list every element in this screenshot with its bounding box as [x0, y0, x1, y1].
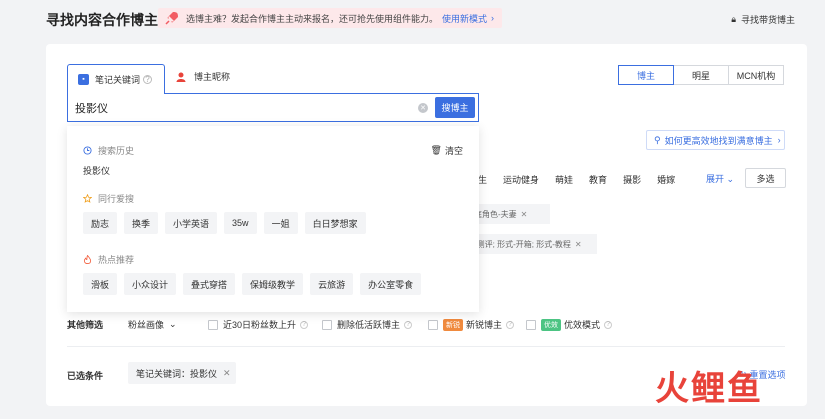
search-suggestion-dropdown: 搜索历史 🗑︎ 清空 投影仪 同行爱搜 励志 换季 小学英语 35w 一姐 白日…	[67, 126, 479, 312]
question-icon[interactable]: ?	[506, 320, 515, 329]
fire-icon	[83, 255, 92, 264]
selected-conditions-label: 已选条件	[67, 371, 104, 381]
question-icon[interactable]: ?	[143, 75, 153, 84]
chevron-right-icon: ›	[777, 135, 781, 145]
divider	[67, 346, 785, 347]
hot-tag[interactable]: 云旅游	[310, 273, 354, 295]
help-link[interactable]: ⚲ 如何更高效地找到满意博主 ›	[646, 130, 785, 150]
peer-tag[interactable]: 小学英语	[165, 212, 218, 234]
quality-mode-label: 优效模式	[564, 320, 601, 330]
peer-tag[interactable]: 白日梦想家	[304, 212, 366, 234]
category-item[interactable]: 生	[478, 173, 487, 186]
peer-tag[interactable]: 励志	[83, 212, 118, 234]
peer-tag[interactable]: 换季	[124, 212, 159, 234]
close-icon[interactable]: ✕	[575, 240, 582, 249]
hot-title-text: 热点推荐	[98, 255, 135, 265]
promo-banner[interactable]: 选博主难？发起合作博主主动来报名，还可抢先使用组件能力。 使用新模式 ›	[158, 8, 502, 28]
filter-chip: 式-测评; 形式-开箱; 形式-教程 ✕	[460, 234, 597, 254]
role-mcn-button[interactable]: MCN机构	[728, 65, 784, 85]
fan-portrait-label: 粉丝画像	[128, 320, 165, 330]
note-icon: ▪	[78, 74, 89, 85]
selected-chip-label: 笔记关键词：投影仪	[136, 368, 218, 379]
question-icon[interactable]: ?	[604, 320, 613, 329]
checkbox[interactable]	[526, 319, 536, 330]
banner-link[interactable]: 使用新模式	[442, 12, 487, 25]
chevron-right-icon: ›	[491, 13, 495, 23]
category-list: 生 运动健身 萌娃 教育 摄影 婚嫁	[478, 173, 691, 186]
filter-chip-label: 式-测评; 形式-开箱; 形式-教程	[466, 239, 571, 249]
role-star-button[interactable]: 明星	[673, 65, 729, 85]
lightbulb-icon: ⚲	[654, 134, 661, 145]
history-section-title: 搜索历史	[83, 144, 134, 157]
watermark-logo: 火鲤鱼	[655, 372, 763, 406]
new-blogger-label: 新锐博主	[466, 320, 503, 330]
hot-tag-list: 滑板 小众设计 叠式穿搭 保姆级教学 云旅游 办公室零食	[83, 273, 422, 295]
star-icon	[83, 194, 92, 203]
help-link-label: 如何更高效地找到满意博主	[664, 135, 773, 146]
new-blogger-checkbox[interactable]: 新锐 新锐博主 ?	[428, 318, 515, 331]
peer-tag-list: 励志 换季 小学英语 35w 一姐 白日梦想家	[83, 212, 366, 234]
close-icon[interactable]: ✕	[521, 210, 528, 219]
peer-section-title: 同行爱搜	[83, 192, 134, 205]
clear-icon[interactable]: ✕	[418, 103, 428, 113]
banner-text: 选博主难？发起合作博主主动来报名，还可抢先使用组件能力。	[186, 13, 439, 24]
hot-tag[interactable]: 小众设计	[124, 273, 177, 295]
category-item[interactable]: 运动健身	[503, 173, 539, 186]
checkbox[interactable]	[428, 319, 438, 330]
person-icon	[176, 72, 186, 82]
remove-inactive-checkbox[interactable]: 删除低活跃博主 ?	[322, 318, 413, 331]
find-commerce-blogger-link[interactable]: 🔒︎ 寻找带货博主	[731, 13, 795, 26]
rocket-icon	[165, 12, 178, 25]
quality-mode-checkbox[interactable]: 优效 优效模式 ?	[526, 318, 613, 331]
clear-history-button[interactable]: 🗑︎ 清空	[431, 144, 463, 157]
other-filters-label: 其他筛选	[67, 320, 104, 330]
hot-tag[interactable]: 叠式穿搭	[183, 273, 236, 295]
category-item[interactable]: 婚嫁	[657, 173, 675, 186]
quality-badge: 优效	[541, 318, 561, 331]
fan-growth-label: 近30日粉丝数上升	[223, 320, 297, 330]
role-blogger-button[interactable]: 博主	[618, 65, 674, 85]
chevron-down-icon: ⌄	[169, 319, 177, 329]
tab-note-keyword-label: 笔记关键词	[95, 75, 141, 85]
close-icon[interactable]: ✕	[223, 368, 231, 379]
fan-growth-checkbox[interactable]: 近30日粉丝数上升 ?	[208, 318, 309, 331]
multi-select-button[interactable]: 多选	[745, 168, 786, 188]
expand-toggle[interactable]: 展开 ⌄	[706, 172, 734, 185]
hot-tag[interactable]: 办公室零食	[360, 273, 422, 295]
tab-note-keyword[interactable]: ▪ 笔记关键词 ?	[67, 64, 165, 94]
checkbox[interactable]	[208, 319, 218, 330]
expand-label: 展开	[706, 174, 725, 184]
peer-tag[interactable]: 一姐	[263, 212, 298, 234]
tab-blogger-nickname[interactable]: 博主昵称	[176, 70, 230, 83]
remove-inactive-label: 删除低活跃博主	[337, 320, 401, 330]
clear-history-label: 清空	[444, 146, 463, 156]
chevron-down-icon: ⌄	[726, 174, 735, 184]
fan-portrait-select[interactable]: 粉丝画像 ⌄	[128, 318, 177, 331]
find-commerce-blogger-label: 寻找带货博主	[740, 15, 795, 25]
lock-icon: 🔒︎	[731, 14, 736, 24]
page-title: 寻找内容合作博主	[46, 12, 158, 28]
tab-blogger-nickname-label: 博主昵称	[194, 72, 231, 82]
search-input[interactable]	[75, 100, 375, 115]
trash-icon: 🗑︎	[430, 145, 442, 155]
category-item[interactable]: 教育	[589, 173, 607, 186]
question-icon[interactable]: ?	[404, 320, 413, 329]
role-switch: 博主 明星 MCN机构	[618, 65, 784, 85]
hot-tag[interactable]: 滑板	[83, 273, 118, 295]
search-blogger-button[interactable]: 搜博主	[435, 97, 475, 118]
new-badge: 新锐	[443, 318, 463, 331]
peer-tag[interactable]: 35w	[224, 212, 257, 234]
history-title-text: 搜索历史	[98, 146, 135, 156]
selected-condition-chip: 笔记关键词：投影仪 ✕	[128, 362, 236, 384]
watermark-text: 火鲤鱼	[655, 369, 763, 409]
history-item[interactable]: 投影仪	[83, 164, 110, 177]
peer-title-text: 同行爱搜	[98, 194, 135, 204]
checkbox[interactable]	[322, 319, 332, 330]
hot-section-title: 热点推荐	[83, 253, 134, 266]
category-item[interactable]: 萌娃	[555, 173, 573, 186]
question-icon[interactable]: ?	[300, 320, 309, 329]
hot-tag[interactable]: 保姆级教学	[242, 273, 304, 295]
clock-icon	[83, 146, 92, 155]
category-item[interactable]: 摄影	[623, 173, 641, 186]
